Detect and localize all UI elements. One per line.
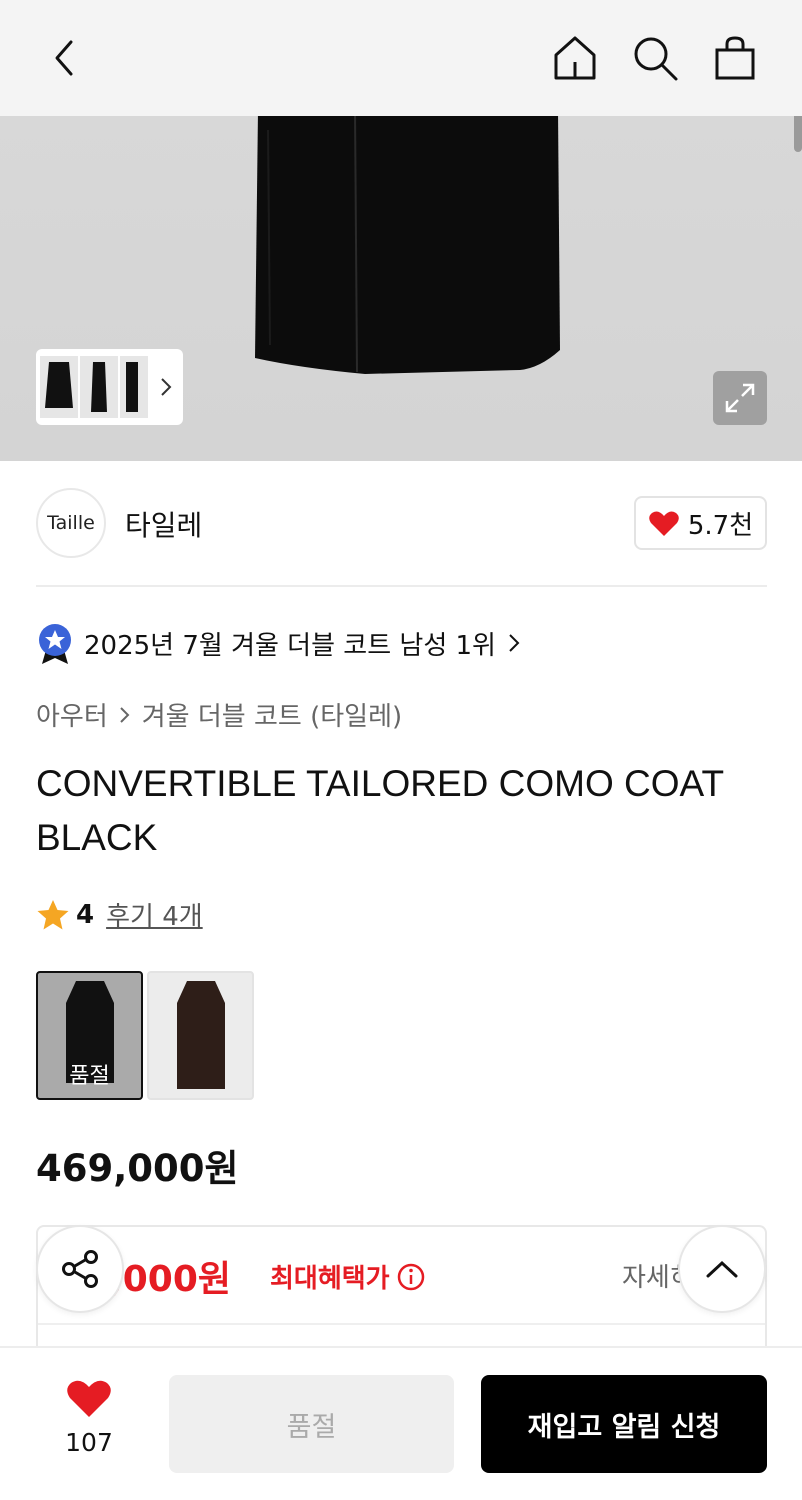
home-icon — [554, 36, 596, 80]
back-button[interactable] — [36, 30, 92, 86]
search-icon — [634, 37, 678, 81]
favorite-button[interactable]: 107 — [44, 1378, 134, 1457]
benefit-detail-link[interactable]: 자세히 — [622, 1257, 680, 1294]
breadcrumb-item[interactable]: 아우터 — [36, 696, 108, 733]
heart-icon — [649, 511, 679, 536]
soldout-button: 품절 — [169, 1375, 454, 1473]
reviews-link[interactable]: 후기 4개 — [106, 896, 203, 933]
chevron-right-icon — [509, 634, 520, 652]
benefit-label-text: 최대혜택가 — [270, 1264, 390, 1294]
cart-button[interactable] — [707, 30, 763, 86]
favorite-count: 107 — [65, 1428, 113, 1457]
breadcrumb: 아우터 겨울 더블 코트 (타일레) — [36, 696, 402, 733]
soldout-label: 품절 — [69, 1064, 110, 1089]
chevron-right-icon — [120, 706, 130, 723]
home-button[interactable] — [547, 30, 603, 86]
rating-score: 4 — [76, 899, 95, 930]
scrollbar[interactable] — [794, 110, 802, 152]
divider — [38, 1323, 765, 1325]
restock-alert-button[interactable]: 재입고 알림 신청 — [481, 1375, 767, 1473]
scroll-top-button[interactable] — [678, 1225, 766, 1313]
ranking-text: 2025년 7월 겨울 더블 코트 남성 1위 — [84, 630, 496, 661]
rating-row: 4 후기 4개 — [36, 896, 203, 933]
star-icon — [37, 899, 69, 929]
chevron-up-icon — [706, 1260, 738, 1278]
brand-logo[interactable]: Taille — [36, 488, 106, 558]
coat-thumbnail — [177, 981, 225, 1089]
thumbnail[interactable] — [120, 356, 148, 418]
color-swatch-black[interactable]: 품절 — [36, 971, 143, 1100]
breadcrumb-item[interactable]: 겨울 더블 코트 (타일레) — [142, 696, 402, 733]
benefit-label: 최대혜택가 — [270, 1258, 426, 1295]
shopping-bag-icon — [715, 36, 755, 80]
brand-like-button[interactable]: 5.7천 — [634, 496, 767, 550]
rank-badge-icon — [39, 624, 71, 664]
share-button[interactable] — [36, 1225, 124, 1313]
product-title: CONVERTIBLE TAILORED COMO COAT BLACK — [36, 763, 724, 858]
share-icon — [62, 1250, 98, 1288]
chevron-left-icon — [55, 40, 73, 76]
chevron-right-icon — [161, 378, 172, 396]
top-bar — [0, 0, 802, 116]
thumbnail[interactable] — [80, 356, 118, 418]
ranking-banner[interactable]: 2025년 7월 겨울 더블 코트 남성 1위 — [36, 622, 522, 664]
brand-name[interactable]: 타일레 — [125, 504, 202, 544]
divider — [36, 585, 767, 587]
expand-icon — [725, 383, 755, 413]
color-swatch-brown[interactable] — [147, 971, 254, 1100]
expand-button[interactable] — [713, 371, 767, 425]
info-icon[interactable] — [396, 1262, 426, 1292]
brand-like-count: 5.7천 — [687, 510, 754, 541]
search-button[interactable] — [627, 30, 683, 86]
heart-icon — [67, 1380, 111, 1417]
thumbnail-strip[interactable] — [36, 349, 183, 425]
product-price: 469,000원 — [36, 1147, 239, 1190]
thumbnail[interactable] — [40, 356, 78, 418]
